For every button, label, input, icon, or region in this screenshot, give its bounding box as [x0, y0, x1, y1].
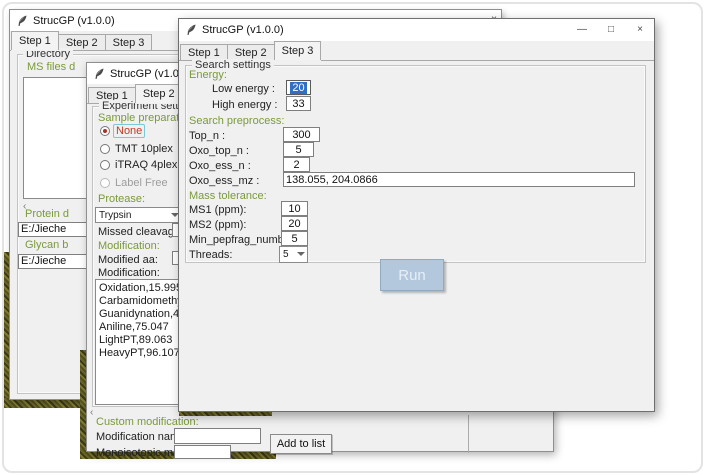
high-energy-input[interactable] [286, 96, 311, 111]
modified-aa-label: Modified aa: [98, 254, 158, 266]
ms-files-label: MS files d [27, 61, 75, 73]
titlebar[interactable]: StrucGP (v1.0.0) — □ × [179, 19, 654, 41]
divider [468, 415, 469, 453]
energy-header: Energy: [189, 69, 227, 81]
window-title: StrucGP (v1.0.0) [202, 24, 284, 36]
radio-tmt-10plex-label[interactable]: TMT 10plex [115, 143, 173, 155]
radio-itraq-4plex[interactable] [100, 160, 110, 170]
threads-label: Threads: [189, 249, 232, 261]
oxo-top-n-label: Oxo_top_n : [189, 145, 249, 157]
custom-modification-header: Custom modification: [96, 416, 199, 428]
radio-tmt-10plex[interactable] [100, 144, 110, 154]
ms2-input[interactable] [281, 216, 308, 231]
monoisotopic-mass-input[interactable] [174, 445, 231, 459]
tab-step1[interactable]: Step 1 [180, 44, 228, 60]
threads-value: 5 [283, 249, 289, 260]
glycan-db-label: Glycan b [25, 239, 68, 251]
tab-step2[interactable]: Step 2 [135, 84, 183, 103]
add-to-list-button[interactable]: Add to list [270, 434, 332, 454]
maximize-icon[interactable]: □ [605, 25, 617, 35]
oxo-ess-mz-input[interactable] [283, 172, 635, 187]
tab-step1[interactable]: Step 1 [11, 31, 59, 50]
tab-step3[interactable]: Step 3 [105, 34, 153, 50]
dropdown-chevron-icon [171, 213, 178, 218]
modification-name-input[interactable] [174, 428, 261, 444]
window-step3: StrucGP (v1.0.0) — □ × Step 1 Step 2 Ste… [178, 18, 655, 412]
radio-label-free-label[interactable]: Label Free [115, 177, 168, 189]
run-button[interactable]: Run [380, 259, 444, 291]
minimize-icon[interactable]: — [576, 25, 588, 35]
radio-none-label[interactable]: None [113, 124, 145, 138]
mass-tolerance-header: Mass tolerance: [189, 190, 267, 202]
radio-label-free[interactable] [100, 178, 110, 188]
dropdown-chevron-icon [297, 252, 304, 257]
threads-combobox[interactable]: 5 [279, 246, 308, 263]
oxo-ess-n-label: Oxo_ess_n : [189, 160, 251, 172]
protease-combobox[interactable]: Trypsin [95, 207, 182, 223]
app-feather-icon [186, 24, 197, 36]
low-energy-value: 20 [290, 82, 306, 94]
min-pepfrag-input[interactable] [281, 231, 308, 246]
top-n-input[interactable] [283, 127, 320, 142]
protein-db-label: Protein d [25, 208, 69, 220]
scroll-left-icon[interactable]: ‹ [90, 407, 93, 418]
high-energy-label: High energy : [212, 99, 277, 111]
app-feather-icon [17, 15, 28, 27]
modification-list-label: Modification: [98, 267, 160, 279]
ms1-input[interactable] [281, 201, 308, 216]
ms2-label: MS2 (ppm): [189, 219, 246, 231]
oxo-ess-n-input[interactable] [283, 157, 310, 172]
radio-none[interactable] [100, 126, 110, 136]
ms1-label: MS1 (ppm): [189, 204, 246, 216]
protease-value: Trypsin [99, 210, 131, 221]
protease-label: Protease: [98, 193, 145, 205]
screen: StrucGP (v1.0.0) — × Step 1 Step 2 Step … [0, 0, 705, 475]
low-energy-input[interactable]: 20 [286, 80, 311, 95]
tab-step3[interactable]: Step 3 [274, 41, 322, 60]
preprocess-header: Search preprocess: [189, 115, 284, 127]
oxo-top-n-input[interactable] [283, 142, 314, 157]
close-icon[interactable]: × [634, 25, 646, 35]
radio-itraq-4plex-label[interactable]: iTRAQ 4plex [115, 159, 177, 171]
window-title: StrucGP (v1.0.0) [33, 15, 115, 27]
top-n-label: Top_n : [189, 130, 225, 142]
oxo-ess-mz-label: Oxo_ess_mz : [189, 175, 259, 187]
app-feather-icon [94, 68, 105, 80]
modification-header: Modification: [98, 240, 160, 252]
tab-step2[interactable]: Step 2 [227, 44, 275, 60]
low-energy-label: Low energy : [212, 83, 275, 95]
